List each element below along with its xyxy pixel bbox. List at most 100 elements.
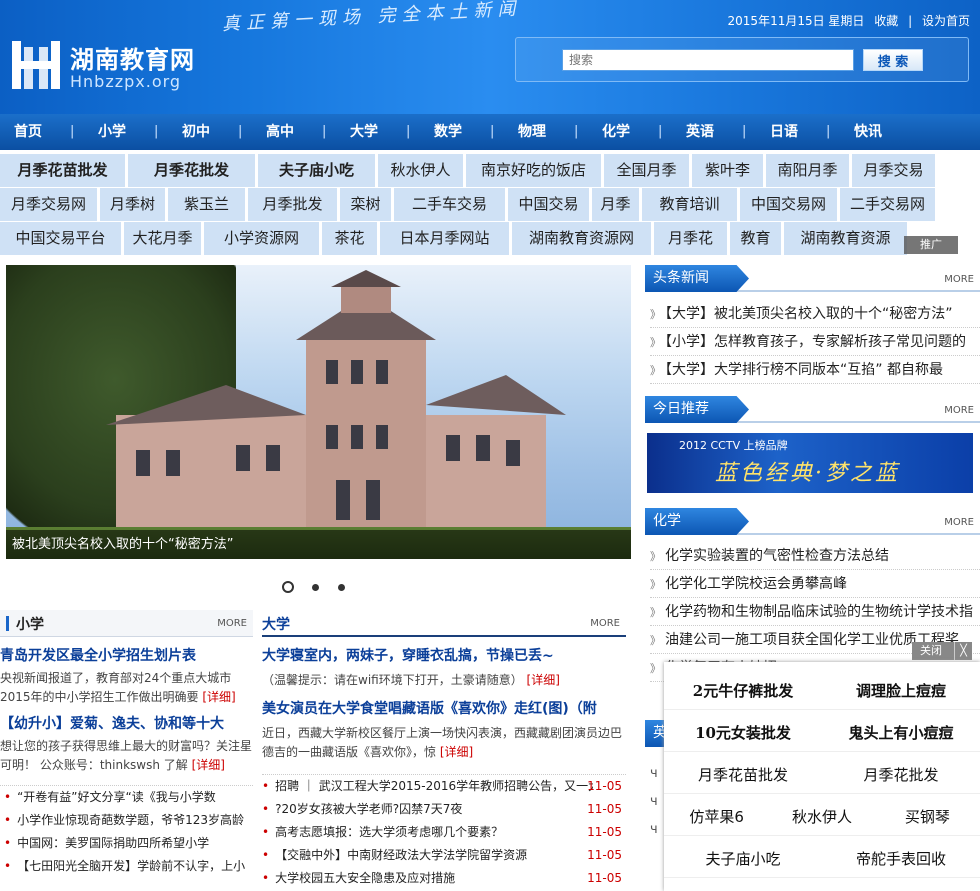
tag-link[interactable]: 南京好吃的饭店 xyxy=(466,154,601,187)
tag-link[interactable]: 日本月季网站 xyxy=(380,222,509,255)
list-item-title[interactable]: ?20岁女孩被大学老师?囚禁7天7夜 xyxy=(275,798,462,821)
university-detail-link[interactable]: [详细] xyxy=(527,673,560,687)
tag-link[interactable]: 夫子庙小吃 xyxy=(258,154,375,187)
logo-icon[interactable] xyxy=(12,41,60,89)
nav-item[interactable]: 快讯 xyxy=(854,114,882,150)
primary-lead2[interactable]: 【幼升小】爱菊、逸夫、协和等十大 xyxy=(0,713,253,733)
primary-detail-link[interactable]: [详细] xyxy=(202,690,235,704)
nav-item[interactable]: 小学 xyxy=(98,114,126,150)
news-item-title[interactable]: 【大学】被北美顶尖名校入取的十个“秘密方法” xyxy=(665,306,953,322)
image-slider[interactable]: 被北美顶尖名校入取的十个“秘密方法” xyxy=(6,265,631,559)
list-item[interactable]: • 【七田阳光全脑开发】学龄前不认字，上小 xyxy=(4,855,253,878)
tag-link[interactable]: 教育 xyxy=(730,222,781,255)
chemistry-tab[interactable]: 化学 xyxy=(645,508,749,535)
tag-link[interactable]: 秋水伊人 xyxy=(378,154,463,187)
slider-dot[interactable] xyxy=(338,584,345,591)
list-item-title[interactable]: 高考志愿填报：选大学须考虑哪几个要素？ xyxy=(275,821,503,844)
tag-link[interactable]: 月季 xyxy=(592,188,639,221)
nav-item[interactable]: 日语 xyxy=(770,114,798,150)
list-item-title[interactable]: 中国网：美罗国际捐助四所希望小学 xyxy=(17,836,209,850)
nav-item[interactable]: 首页 xyxy=(14,114,42,150)
tag-link[interactable]: 月季花批发 xyxy=(128,154,255,187)
list-item-title[interactable]: 【七田阳光全脑开发】学龄前不认字，上小 xyxy=(17,859,245,873)
chemistry-more-link[interactable]: MORE xyxy=(944,517,974,528)
list-item-title[interactable]: “开卷有益”好文分享“读《我与小学数 xyxy=(17,790,216,804)
ad-link[interactable]: 秋水伊人 xyxy=(769,798,875,836)
nav-item[interactable]: 英语 xyxy=(686,114,714,150)
ad-link[interactable]: 鬼头上有小痘痘 xyxy=(822,714,980,752)
list-item[interactable]: • 【交融中外】中南财经政法大学法学院留学资源 11-05 xyxy=(262,844,626,867)
university-detail-link-2[interactable]: [详细] xyxy=(440,745,473,759)
tag-link[interactable]: 湖南教育资源 xyxy=(784,222,907,255)
logo-title[interactable]: 湖南教育网 xyxy=(70,40,195,75)
tag-link[interactable]: 月季树 xyxy=(100,188,165,221)
tag-link[interactable]: 月季交易 xyxy=(852,154,935,187)
list-item-title[interactable]: 大学校园五大安全隐患及应对措施 xyxy=(275,867,455,890)
search-input[interactable] xyxy=(562,49,854,71)
headline-more-link[interactable]: MORE xyxy=(944,274,974,285)
tag-link[interactable]: 二手交易网 xyxy=(840,188,935,221)
tag-link[interactable]: 月季花 xyxy=(654,222,727,255)
close-icon[interactable]: ╳ xyxy=(954,642,972,660)
list-item-title[interactable]: 招聘 ｜ 武汉工程大学2015-2016学年教师招聘公告，又一大 xyxy=(275,775,593,798)
news-item-title[interactable]: 【大学】大学排行榜不同版本“互掐” 都自称最 xyxy=(665,362,943,378)
list-item-title[interactable]: 小学作业惊现奇葩数学题，爷爷123岁高龄 xyxy=(17,813,244,827)
ad-link[interactable]: 调理脸上痘痘 xyxy=(822,672,980,710)
news-item-title[interactable]: 化学化工学院校运会勇攀高峰 xyxy=(665,576,847,592)
tag-link[interactable]: 教育培训 xyxy=(642,188,737,221)
tag-link[interactable]: 南阳月季 xyxy=(766,154,849,187)
nav-item[interactable]: 初中 xyxy=(182,114,210,150)
tag-link[interactable]: 湖南教育资源网 xyxy=(512,222,651,255)
news-item-title[interactable]: 化学实验装置的气密性检查方法总结 xyxy=(665,548,889,564)
ad-link[interactable]: 10元女装批发 xyxy=(664,714,822,752)
cctv-banner-ad[interactable]: 2012 CCTV 上榜品牌 蓝色经典·梦之蓝 xyxy=(647,433,973,493)
news-item[interactable]: 》化学实验装置的气密性检查方法总结 xyxy=(650,542,980,570)
list-item[interactable]: • 招聘 ｜ 武汉工程大学2015-2016学年教师招聘公告，又一大 11-05 xyxy=(262,775,626,798)
ad-link[interactable]: 夫子庙小吃 xyxy=(664,840,822,878)
list-item[interactable]: • 高考志愿填报：选大学须考虑哪几个要素？ 11-05 xyxy=(262,821,626,844)
tag-link[interactable]: 紫叶李 xyxy=(692,154,763,187)
nav-item[interactable]: 高中 xyxy=(266,114,294,150)
primary-more-link[interactable]: MORE xyxy=(217,618,247,629)
ad-link[interactable]: 月季花苗批发 xyxy=(664,756,822,794)
list-item[interactable]: • 小学作业惊现奇葩数学题，爷爷123岁高龄 xyxy=(4,809,253,832)
university-lead2[interactable]: 美女演员在大学食堂唱藏语版《喜欢你》走红(图)（附 xyxy=(262,698,626,718)
tag-link[interactable]: 中国交易 xyxy=(508,188,589,221)
university-lead1[interactable]: 大学寝室内，两妹子，穿睡衣乱搞，节操已丢~ xyxy=(262,645,626,665)
set-homepage-link[interactable]: 设为首页 xyxy=(922,14,970,28)
list-item-title[interactable]: 【交融中外】中南财经政法大学法学院留学资源 xyxy=(275,844,527,867)
tag-link[interactable]: 月季花苗批发 xyxy=(0,154,125,187)
ad-link[interactable]: 仿苹果6 xyxy=(664,798,770,836)
ad-link[interactable]: 买钢琴 xyxy=(874,798,980,836)
primary-detail-link-2[interactable]: [详细] xyxy=(192,758,225,772)
news-item[interactable]: 》【大学】被北美顶尖名校入取的十个“秘密方法” xyxy=(650,300,980,328)
news-item-title[interactable]: 化学药物和生物制品临床试验的生物统计学技术指 xyxy=(665,604,973,620)
ad-badge[interactable]: 推广 xyxy=(904,236,958,254)
slider-dot[interactable] xyxy=(282,581,294,593)
search-button[interactable]: 搜 索 xyxy=(863,49,923,71)
tag-link[interactable]: 月季批发 xyxy=(248,188,337,221)
primary-title[interactable]: 小学 xyxy=(16,614,44,634)
news-item[interactable]: 》【小学】怎样教育孩子，专家解析孩子常见问题的 xyxy=(650,328,980,356)
ad-link[interactable]: 2元牛仔裤批发 xyxy=(664,672,822,710)
ad-link[interactable]: 帝舵手表回收 xyxy=(822,840,980,878)
list-item[interactable]: • ?20岁女孩被大学老师?囚禁7天7夜 11-05 xyxy=(262,798,626,821)
nav-item[interactable]: 物理 xyxy=(518,114,546,150)
tag-link[interactable]: 中国交易平台 xyxy=(0,222,121,255)
nav-item[interactable]: 大学 xyxy=(350,114,378,150)
tag-link[interactable]: 二手车交易 xyxy=(394,188,505,221)
tag-link[interactable]: 月季交易网 xyxy=(0,188,97,221)
news-item-title[interactable]: 【小学】怎样教育孩子，专家解析孩子常见问题的 xyxy=(665,334,966,350)
nav-item[interactable]: 数学 xyxy=(434,114,462,150)
university-more-link[interactable]: MORE xyxy=(590,618,620,629)
news-item[interactable]: 》化学药物和生物制品临床试验的生物统计学技术指 xyxy=(650,598,980,626)
list-item[interactable]: • 中国网：美罗国际捐助四所希望小学 xyxy=(4,832,253,855)
english-tab[interactable]: 英 xyxy=(645,720,667,747)
slide-caption[interactable]: 被北美顶尖名校入取的十个“秘密方法” xyxy=(6,530,631,559)
ad-link[interactable]: 月季花批发 xyxy=(822,756,980,794)
close-label[interactable]: 关闭 xyxy=(912,644,942,657)
tag-link[interactable]: 紫玉兰 xyxy=(168,188,245,221)
university-title[interactable]: 大学 xyxy=(262,614,290,634)
tag-link[interactable]: 全国月季 xyxy=(604,154,689,187)
list-item[interactable]: • 大学校园五大安全隐患及应对措施 11-05 xyxy=(262,867,626,890)
